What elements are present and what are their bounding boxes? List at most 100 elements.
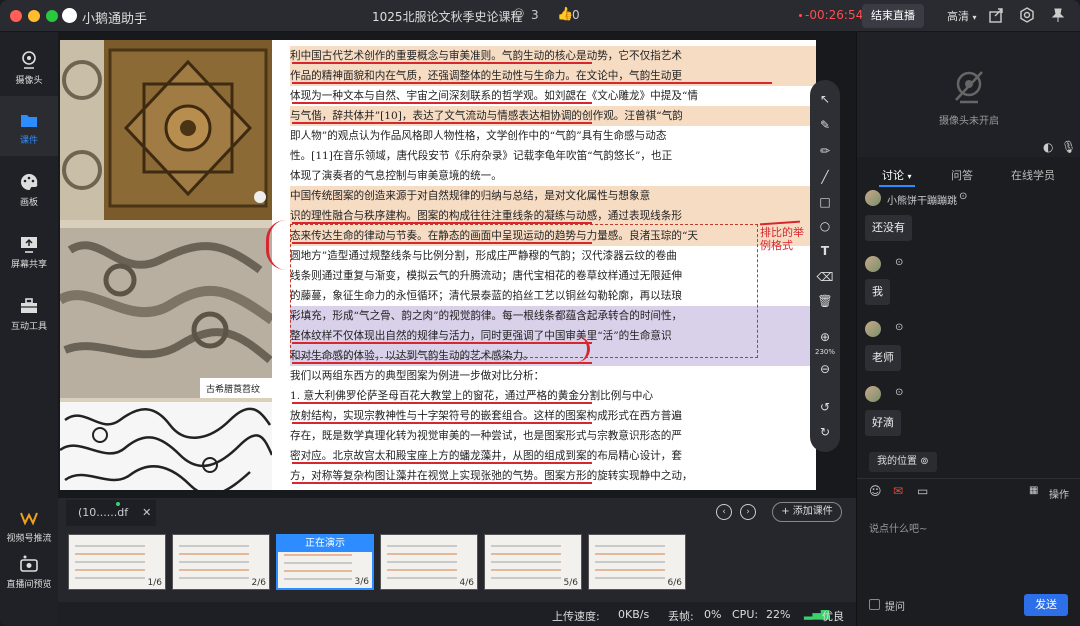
viewers-icon: ⚇ (513, 7, 525, 22)
thumbnail-page-number: 6/6 (667, 578, 682, 588)
slide-text-line: 性。[11]在音乐领域，唐代段安节《乐府杂录》记载李龟年吹笛“气韵悠长”，也正 (290, 150, 673, 162)
ask-label: 提问 (885, 602, 905, 613)
close-window-button[interactable] (10, 10, 22, 22)
trash-icon[interactable]: 🗑 (810, 294, 840, 308)
send-button[interactable]: 发送 (1024, 594, 1068, 616)
chat-message: 我 (865, 279, 890, 305)
sidebar-item-whiteboard[interactable]: 画板 (0, 172, 58, 208)
image-caption: 古希腊莨苕纹 (206, 385, 261, 395)
pin-icon[interactable] (1050, 7, 1066, 23)
slide-thumbnail[interactable]: 5/6 (484, 534, 582, 590)
status-bar: 上传速度: 0KB/s 丢帧: 0% CPU: 22% ▂▄▆ 优良 (58, 602, 856, 626)
close-tab-icon[interactable]: ✕ (142, 506, 151, 519)
chat-message: 好滴 (865, 410, 901, 436)
zoom-out-icon[interactable]: ⊖ (810, 362, 840, 376)
live-dot-icon (799, 14, 802, 17)
underline-stroke (292, 62, 592, 64)
preview-icon (20, 555, 38, 572)
undo-icon[interactable]: ↺ (810, 400, 840, 414)
status-dot-icon (116, 502, 120, 506)
slide-image-column: 古希腊莨苕纹 (60, 40, 275, 490)
screen-share-icon (21, 237, 37, 253)
slide-thumbnail[interactable]: 3/6 正在演示 (276, 534, 374, 590)
chat-more-icon[interactable]: ⊙ (895, 387, 903, 398)
slide-page: 古希腊莨苕纹 利中国古代艺术创作的重要概念与审美准则。气韵生动的核心是动势，它不… (60, 40, 816, 490)
upload-speed-label: 上传速度: (552, 610, 600, 623)
handwritten-annotation: 排比的举例格式 (760, 226, 804, 252)
avatar (865, 321, 881, 337)
left-sidebar: 摄像头 课件 画板 屏幕共享 互动工具 视频号推流 直播间预览 (0, 32, 58, 626)
prev-page-icon[interactable]: ‹ (716, 504, 732, 520)
folder-icon (21, 115, 37, 127)
maximize-window-button[interactable] (46, 10, 58, 22)
title-bar: 小鹅通助手 1025北服论文秋季史论课程 ⚇ 3 👍 0 -00:26:54 结… (0, 0, 1080, 32)
slide-text-line: 中国传统图案的创造来源于对自然规律的归纳与总结，是对文化属性与想象意 (290, 186, 816, 206)
microphone-icon[interactable]: 🎙 (1061, 140, 1076, 154)
tab-discussion[interactable]: 讨论 ▾ (882, 167, 912, 183)
share-icon[interactable] (988, 7, 1004, 23)
courseware-thumbnail-bar: (10......df ✕ ‹ › + 添加课件 1/6 2/6 3/6 正在演示 4/6… (58, 498, 856, 602)
text-tool-icon[interactable]: T (810, 244, 840, 258)
file-tab[interactable]: (10......df ✕ (66, 500, 156, 526)
rectangle-tool-icon[interactable]: □ (810, 195, 840, 209)
chat-input[interactable]: 说点什么吧~ (869, 520, 927, 535)
file-tab-label: (10......df (78, 506, 129, 519)
avatar (865, 190, 881, 206)
sidebar-item-interactive-tools[interactable]: 互动工具 (0, 296, 58, 332)
pointer-tool-icon[interactable]: ↖ (810, 92, 840, 106)
sidebar-item-label: 摄像头 (15, 76, 43, 86)
sidebar-item-preview[interactable]: 直播间预览 (0, 554, 58, 590)
next-page-icon[interactable]: › (740, 504, 756, 520)
emoji-icon[interactable]: ☺ (869, 484, 882, 498)
tab-qa[interactable]: 问答 (951, 167, 973, 183)
tab-indicator (879, 185, 915, 187)
sidebar-item-video-stream[interactable]: 视频号推流 (0, 508, 58, 544)
red-envelope-icon[interactable]: ✉ (893, 484, 903, 498)
video-channel-icon (20, 512, 38, 526)
zoom-in-icon[interactable]: ⊕ (810, 330, 840, 344)
underline-stroke (292, 482, 592, 484)
avatar (865, 386, 881, 402)
slide-thumbnail[interactable]: 6/6 (588, 534, 686, 590)
app-title: 小鹅通助手 (82, 12, 148, 27)
minimize-window-button[interactable] (28, 10, 40, 22)
sidebar-item-screen-share[interactable]: 屏幕共享 (0, 234, 58, 270)
line-tool-icon[interactable]: ╱ (810, 170, 840, 184)
grid-icon[interactable]: ▦ (1029, 485, 1038, 496)
sidebar-item-camera[interactable]: 摄像头 (0, 50, 58, 86)
slide-text-line: 我们以两组东西方的典型图案为例进一步做对比分析： (290, 370, 545, 382)
sidebar-item-label: 互动工具 (10, 322, 47, 332)
chat-more-icon[interactable]: ⊙ (895, 322, 903, 333)
underline-stroke (292, 402, 592, 404)
add-courseware-button[interactable]: + 添加课件 (772, 502, 842, 522)
ask-checkbox[interactable] (869, 599, 880, 610)
quality-select[interactable]: 高清 ▾ (947, 8, 977, 24)
my-position-label: 我的位置 (877, 456, 917, 467)
highlight-box (290, 224, 758, 358)
end-live-button[interactable]: 结束直播 (862, 4, 924, 28)
slide-thumbnail[interactable]: 2/6 (172, 534, 270, 590)
camera-preview: 摄像头未开启 ◐ 🎙 (857, 32, 1080, 157)
settings-icon[interactable] (1019, 7, 1035, 23)
sidebar-item-label: 画板 (19, 198, 38, 208)
divider (857, 478, 1080, 479)
chat-more-icon[interactable]: ⊙ (959, 191, 967, 202)
sidebar-item-label: 屏幕共享 (10, 260, 47, 270)
speaker-icon[interactable]: ◐ (1043, 140, 1053, 154)
sidebar-item-courseware[interactable]: 课件 (0, 96, 58, 156)
redo-icon[interactable]: ↻ (810, 425, 840, 439)
slide-thumbnail[interactable]: 1/6 (68, 534, 166, 590)
eraser-icon[interactable]: ⌫ (810, 270, 840, 284)
pen-icon[interactable]: ✏ (810, 144, 840, 158)
slide-thumbnail[interactable]: 4/6 (380, 534, 478, 590)
chat-more-icon[interactable]: ⊙ (895, 257, 903, 268)
operations-button[interactable]: 操作 (1049, 486, 1069, 501)
laser-pointer-icon[interactable]: ✎ (810, 118, 840, 132)
circle-tool-icon[interactable]: ○ (810, 219, 840, 233)
like-count: 0 (572, 8, 580, 22)
my-position-button[interactable]: 我的位置 ⊚ (869, 452, 937, 472)
folder-icon[interactable]: ▭ (917, 484, 928, 498)
drawing-toolbar: ↖ ✎ ✏ ╱ □ ○ T ⌫ 🗑 ⊕ 230% ⊖ ↺ ↻ (810, 80, 840, 452)
network-quality: 优良 (822, 610, 844, 623)
tab-students[interactable]: 在线学员 (1011, 167, 1055, 183)
